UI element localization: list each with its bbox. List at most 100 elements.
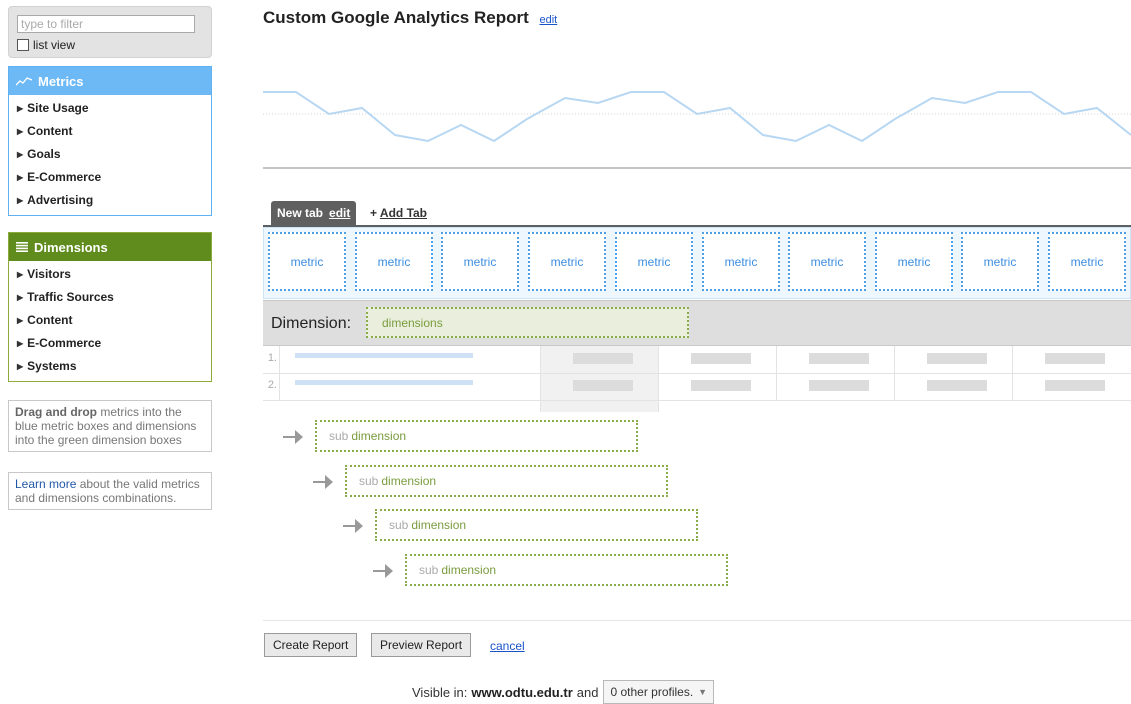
metric-drop-box[interactable]: metric	[528, 232, 606, 291]
learn-more-box: Learn more about the valid metrics and d…	[8, 472, 212, 510]
chevron-down-icon: ▼	[698, 687, 708, 697]
visibility-line: Visible in: www.odtu.edu.tr and 0 other …	[412, 680, 715, 704]
row-number: 1.	[267, 352, 277, 364]
metrics-header[interactable]: Metrics	[9, 67, 211, 95]
list-icon	[16, 242, 28, 252]
metric-drop-box[interactable]: metric	[788, 232, 866, 291]
sidebar-item-label: Content	[27, 313, 73, 327]
cell-placeholder	[691, 353, 751, 364]
cell-placeholder	[809, 353, 869, 364]
sidebar-item-visitors[interactable]: ▶ Visitors	[9, 263, 211, 286]
add-tab-link[interactable]: + Add Tab	[370, 206, 427, 220]
row-number: 2.	[267, 379, 277, 391]
learn-more-link[interactable]: Learn more	[15, 477, 76, 491]
trend-line-icon	[16, 76, 32, 86]
expand-triangle-icon: ▶	[17, 196, 24, 205]
list-view-label: list view	[33, 38, 76, 52]
cell-placeholder	[809, 380, 869, 391]
preview-table: 1. 2.	[263, 346, 1131, 412]
dimensions-panel: Dimensions ▶ Visitors ▶ Traffic Sources ▶ C…	[8, 232, 212, 382]
metric-drop-box[interactable]: metric	[702, 232, 780, 291]
metric-drop-box[interactable]: metric	[961, 232, 1039, 291]
cell-placeholder	[927, 353, 987, 364]
metric-drop-box[interactable]: metric	[268, 232, 346, 291]
expand-triangle-icon: ▶	[17, 104, 24, 113]
metric-drop-box[interactable]: metric	[355, 232, 433, 291]
row-placeholder-bar	[295, 380, 473, 385]
sidebar-item-content[interactable]: ▶ Content	[9, 120, 211, 143]
metric-drop-box[interactable]: metric	[615, 232, 693, 291]
cell-placeholder	[927, 380, 987, 391]
arrow-right-icon	[313, 475, 333, 489]
sub-word: dimension	[441, 563, 497, 577]
sub-dimension-drop-box[interactable]: sub dimension	[315, 420, 638, 452]
row-placeholder-bar	[295, 353, 473, 358]
plus-icon: +	[370, 206, 380, 220]
dimensions-title: Dimensions	[34, 239, 108, 255]
tab-edit-link[interactable]: edit	[329, 206, 350, 220]
filter-input[interactable]	[17, 15, 195, 33]
edit-title-link[interactable]: edit	[539, 14, 557, 26]
cancel-link[interactable]: cancel	[490, 639, 525, 653]
expand-triangle-icon: ▶	[17, 150, 24, 159]
cell-placeholder	[1045, 353, 1105, 364]
sidebar-item-label: E-Commerce	[27, 170, 102, 184]
report-tabs: New tab edit + Add Tab	[263, 200, 1131, 227]
visible-site: www.odtu.edu.tr	[471, 684, 573, 700]
sidebar-item-dim-ecommerce[interactable]: ▶ E-Commerce	[9, 332, 211, 355]
sub-prefix: sub	[389, 518, 409, 532]
sidebar-item-label: Goals	[27, 147, 61, 161]
sub-prefix: sub	[329, 429, 349, 443]
sub-dimension-row: sub dimension	[371, 554, 728, 586]
divider	[263, 620, 1131, 621]
list-view-toggle[interactable]: list view	[17, 38, 211, 52]
expand-triangle-icon: ▶	[17, 127, 24, 136]
sparkline-series	[263, 91, 1131, 143]
sidebar-item-traffic-sources[interactable]: ▶ Traffic Sources	[9, 286, 211, 309]
sub-word: dimension	[381, 474, 437, 488]
visible-prefix: Visible in:	[412, 684, 468, 700]
sidebar-item-goals[interactable]: ▶ Goals	[9, 143, 211, 166]
sidebar-item-label: Site Usage	[27, 101, 89, 115]
filter-panel: list view	[8, 6, 212, 58]
sidebar-item-label: Visitors	[27, 267, 71, 281]
metric-drop-box[interactable]: metric	[875, 232, 953, 291]
expand-triangle-icon: ▶	[17, 362, 24, 371]
metrics-panel: Metrics ▶ Site Usage ▶ Content ▶ Goals ▶ E-C…	[8, 66, 212, 216]
profiles-label: 0 other profiles.	[610, 685, 694, 699]
sidebar-item-systems[interactable]: ▶ Systems	[9, 355, 211, 378]
tab-new-tab[interactable]: New tab edit	[271, 201, 357, 225]
metric-drop-box[interactable]: metric	[1048, 232, 1126, 291]
sub-word: dimension	[411, 518, 467, 532]
expand-triangle-icon: ▶	[17, 293, 24, 302]
table-row: 1.	[263, 346, 1131, 374]
create-report-button[interactable]: Create Report	[264, 633, 358, 657]
sub-dimension-drop-box[interactable]: sub dimension	[375, 509, 698, 541]
sub-dimension-drop-box[interactable]: sub dimension	[405, 554, 728, 586]
sidebar-item-ecommerce[interactable]: ▶ E-Commerce	[9, 166, 211, 189]
sub-word: dimension	[351, 429, 407, 443]
expand-triangle-icon: ▶	[17, 173, 24, 182]
help-box: Drag and drop metrics into the blue metr…	[8, 400, 212, 452]
sidebar-item-label: E-Commerce	[27, 336, 102, 350]
sidebar-item-site-usage[interactable]: ▶ Site Usage	[9, 97, 211, 120]
list-view-checkbox[interactable]	[17, 39, 29, 51]
dimensions-header[interactable]: Dimensions	[9, 233, 211, 261]
sidebar-item-label: Traffic Sources	[27, 290, 114, 304]
metric-drop-box[interactable]: metric	[441, 232, 519, 291]
expand-triangle-icon: ▶	[17, 316, 24, 325]
metrics-title: Metrics	[38, 73, 84, 89]
page-title-text: Custom Google Analytics Report	[263, 8, 529, 27]
sub-dimension-row: sub dimension	[281, 420, 638, 452]
sidebar-item-advertising[interactable]: ▶ Advertising	[9, 189, 211, 212]
table-row: 2.	[263, 373, 1131, 401]
cell-placeholder	[1045, 380, 1105, 391]
other-profiles-dropdown[interactable]: 0 other profiles. ▼	[603, 680, 715, 704]
preview-report-button[interactable]: Preview Report	[371, 633, 472, 657]
sub-dimension-drop-box[interactable]: sub dimension	[345, 465, 668, 497]
dimension-drop-box[interactable]: dimensions	[366, 307, 689, 338]
sub-dimension-row: sub dimension	[311, 465, 668, 497]
sidebar-item-dim-content[interactable]: ▶ Content	[9, 309, 211, 332]
sub-prefix: sub	[419, 563, 439, 577]
cell-placeholder	[573, 353, 633, 364]
